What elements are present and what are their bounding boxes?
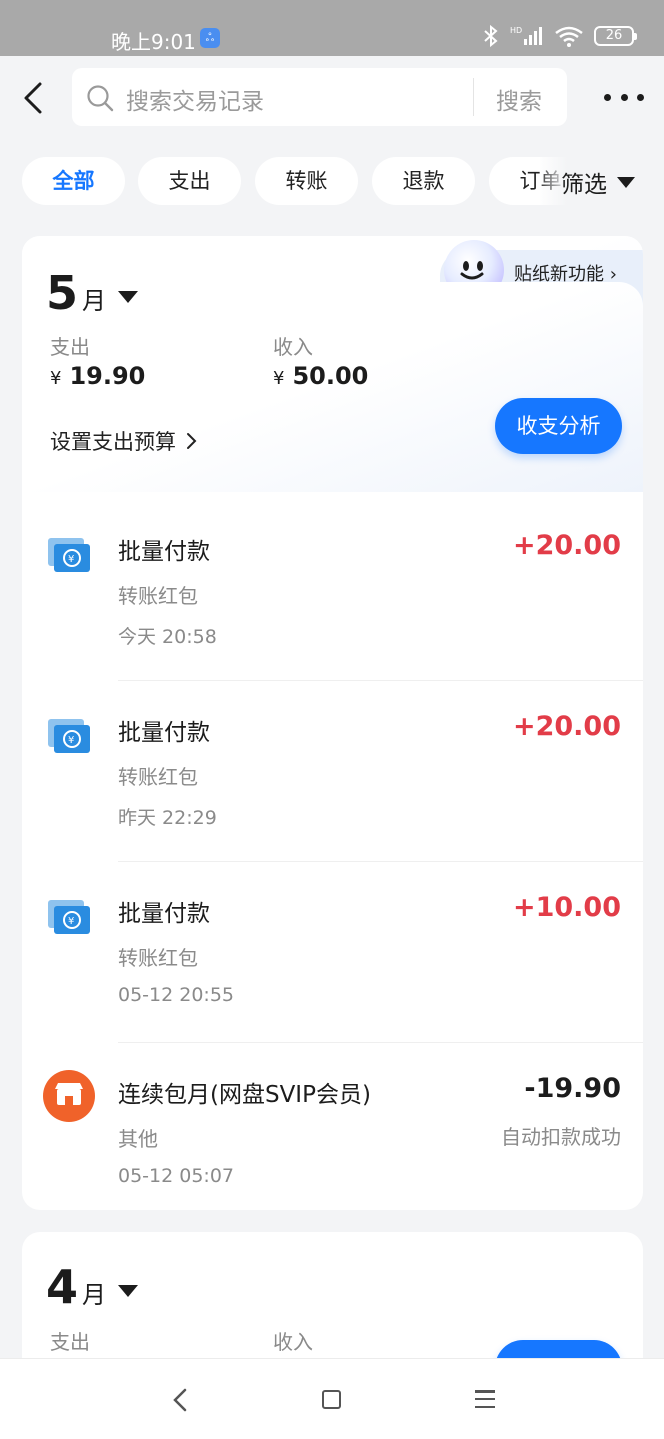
filter-label: 筛选: [561, 172, 607, 198]
set-budget-link[interactable]: 设置支出预算: [50, 426, 198, 456]
app-notification-icon: ஃ: [200, 28, 220, 48]
transaction-row[interactable]: 连续包月(网盘SVIP会员) 其他 05-12 05:07 -19.90 自动扣…: [22, 1043, 643, 1210]
chip-refund[interactable]: 退款: [372, 157, 475, 205]
expense-value: 19.90: [69, 362, 146, 390]
search-box[interactable]: 搜索交易记录 搜索: [72, 68, 567, 126]
month-selector[interactable]: 5 月: [46, 266, 139, 320]
more-options-icon[interactable]: [604, 90, 644, 104]
transaction-category: 转账红包: [118, 946, 198, 970]
status-time: 晚上9:01: [111, 30, 196, 54]
svg-text:¥: ¥: [68, 554, 74, 565]
expense-currency: ¥: [50, 368, 62, 389]
status-icons: HD 26: [482, 24, 637, 48]
transaction-amount: +10.00: [512, 892, 621, 923]
month-summary: 贴纸新功能 › 5 月 支出 ¥19.90 收入 ¥50.00 设置支出预算 收…: [22, 236, 643, 492]
income-value: 50.00: [292, 362, 369, 390]
signal-icon: HD: [510, 26, 542, 45]
month-selector[interactable]: 4 月: [46, 1260, 139, 1314]
battery-level: 26: [605, 28, 623, 43]
back-icon[interactable]: [18, 78, 48, 118]
transaction-time: 05-12 05:07: [118, 1165, 235, 1187]
transfer-icon: ¥: [48, 538, 90, 572]
search-input[interactable]: 搜索交易记录: [126, 82, 264, 116]
month-unit: 月: [82, 287, 107, 315]
search-icon: [87, 85, 114, 112]
transaction-category: 转账红包: [118, 765, 198, 789]
bluetooth-icon: [484, 24, 498, 48]
nav-back-icon[interactable]: [170, 1387, 192, 1413]
search-button[interactable]: 搜索: [496, 82, 542, 116]
month-number: 4: [46, 1260, 79, 1314]
transfer-icon: ¥: [48, 719, 90, 753]
svg-text:HD: HD: [510, 26, 522, 35]
transaction-title: 批量付款: [118, 720, 210, 746]
filter-chips: 全部 支出 转账 退款 订单 筛选: [0, 155, 664, 211]
svg-text:¥: ¥: [68, 916, 74, 927]
transaction-category: 转账红包: [118, 584, 198, 608]
svg-text:¥: ¥: [68, 735, 74, 746]
nav-home-icon[interactable]: [322, 1390, 341, 1409]
transaction-time: 今天 20:58: [118, 626, 217, 648]
income-label: 收入: [273, 1330, 313, 1354]
search-divider: [473, 78, 474, 116]
transaction-status: 自动扣款成功: [501, 1125, 621, 1149]
chevron-right-icon: [187, 433, 197, 449]
transaction-amount: -19.90: [524, 1073, 621, 1104]
wifi-icon: [555, 26, 583, 47]
transaction-time: 05-12 20:55: [118, 984, 235, 1006]
income-total: ¥50.00: [273, 362, 368, 390]
income-currency: ¥: [273, 368, 285, 389]
system-nav-bar: [0, 1358, 664, 1439]
transaction-row[interactable]: ¥ 批量付款 转账红包 昨天 22:29 +20.00: [22, 681, 643, 862]
transfer-icon: ¥: [48, 900, 90, 934]
transaction-amount: +20.00: [512, 711, 621, 742]
month-unit: 月: [82, 1281, 107, 1309]
transaction-category: 其他: [118, 1127, 158, 1151]
set-budget-label: 设置支出预算: [50, 430, 176, 454]
shop-icon: [43, 1070, 95, 1122]
dropdown-arrow-icon: [617, 176, 635, 188]
income-label: 收入: [273, 335, 313, 359]
expense-label: 支出: [50, 335, 90, 359]
transaction-title: 批量付款: [118, 539, 210, 565]
chip-all[interactable]: 全部: [22, 157, 125, 205]
nav-recents-icon[interactable]: [475, 1390, 495, 1408]
battery-icon: 26: [594, 26, 637, 46]
chip-expense[interactable]: 支出: [138, 157, 241, 205]
expense-label: 支出: [50, 1330, 90, 1354]
header: 搜索交易记录 搜索: [0, 56, 664, 140]
chip-transfer[interactable]: 转账: [255, 157, 358, 205]
month-card-may: 贴纸新功能 › 5 月 支出 ¥19.90 收入 ¥50.00 设置支出预算 收…: [22, 236, 643, 1210]
transaction-title: 连续包月(网盘SVIP会员): [118, 1082, 371, 1108]
expense-total: ¥19.90: [50, 362, 145, 390]
month-dropdown-icon: [118, 1285, 139, 1297]
status-bar: 晚上9:01 ஃ HD 26: [0, 0, 664, 56]
transaction-title: 批量付款: [118, 901, 210, 927]
transaction-time: 昨天 22:29: [118, 807, 217, 829]
analysis-button[interactable]: 收支分析: [495, 398, 622, 454]
month-number: 5: [46, 266, 79, 320]
filter-button[interactable]: 筛选: [561, 165, 635, 199]
transaction-row[interactable]: ¥ 批量付款 转账红包 05-12 20:55 +10.00: [22, 862, 643, 1043]
transaction-amount: +20.00: [512, 530, 621, 561]
transaction-row[interactable]: ¥ 批量付款 转账红包 今天 20:58 +20.00: [22, 500, 643, 681]
month-dropdown-icon: [118, 291, 139, 303]
